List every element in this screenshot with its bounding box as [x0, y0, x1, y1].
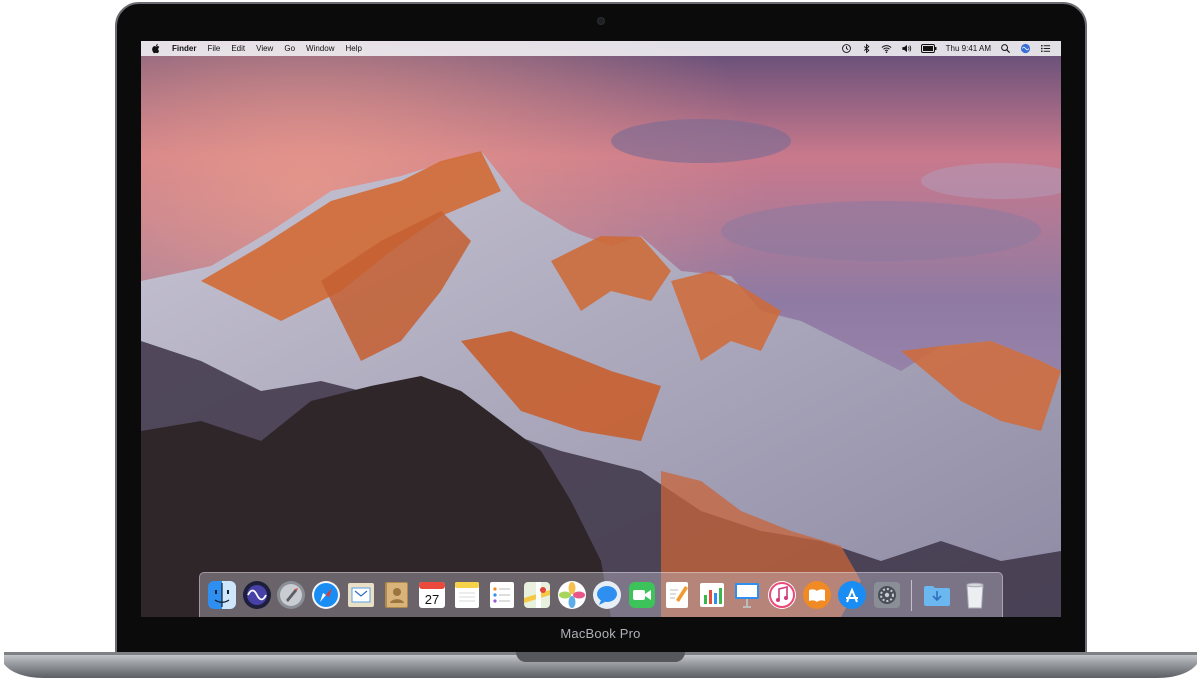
dock-separator — [911, 580, 912, 611]
app-store-icon[interactable] — [837, 580, 867, 610]
finder-icon[interactable] — [207, 580, 237, 610]
facetime-icon[interactable] — [627, 580, 657, 610]
menu-view[interactable]: View — [256, 41, 273, 56]
itunes-icon[interactable] — [767, 580, 797, 610]
siri-icon[interactable] — [242, 580, 272, 610]
notes-icon[interactable] — [452, 580, 482, 610]
dock: 27 — [199, 572, 1003, 617]
spotlight-icon[interactable] — [1000, 43, 1011, 54]
notification-center-icon[interactable] — [1040, 43, 1051, 54]
trash-icon[interactable] — [960, 580, 990, 610]
menu-finder[interactable]: Finder — [172, 41, 196, 56]
time-machine-icon[interactable] — [841, 43, 852, 54]
ibooks-icon[interactable] — [802, 580, 832, 610]
menu-go[interactable]: Go — [284, 41, 295, 56]
launchpad-icon[interactable] — [276, 580, 306, 610]
calendar-icon[interactable]: 27 — [417, 580, 447, 610]
contacts-icon[interactable] — [381, 580, 411, 610]
messages-icon[interactable] — [592, 580, 622, 610]
pages-icon[interactable] — [662, 580, 692, 610]
menu-window[interactable]: Window — [306, 41, 334, 56]
bluetooth-icon[interactable] — [861, 43, 872, 54]
camera — [598, 18, 604, 24]
apple-icon[interactable] — [152, 43, 161, 54]
menu-clock[interactable]: Thu 9:41 AM — [946, 44, 991, 53]
wallpaper — [141, 41, 1061, 617]
brand-label: MacBook Pro — [560, 626, 641, 641]
battery-icon[interactable] — [920, 44, 937, 53]
volume-icon[interactable] — [901, 43, 912, 54]
safari-icon[interactable] — [311, 580, 341, 610]
menu-help[interactable]: Help — [345, 41, 361, 56]
screen: Finder File Edit View Go Window Help Thu… — [141, 41, 1061, 617]
system-preferences-icon[interactable] — [872, 580, 902, 610]
downloads-folder-icon[interactable] — [922, 580, 952, 610]
photos-icon[interactable] — [557, 580, 587, 610]
reminders-icon[interactable] — [487, 580, 517, 610]
numbers-icon[interactable] — [697, 580, 727, 610]
menu-file[interactable]: File — [207, 41, 220, 56]
siri-icon[interactable] — [1020, 43, 1031, 54]
menu-bar: Finder File Edit View Go Window Help Thu… — [141, 41, 1061, 56]
menu-edit[interactable]: Edit — [231, 41, 245, 56]
mail-icon[interactable] — [346, 580, 376, 610]
wifi-icon[interactable] — [881, 43, 892, 54]
maps-icon[interactable] — [522, 580, 552, 610]
keynote-icon[interactable] — [732, 580, 762, 610]
calendar-day: 27 — [425, 592, 439, 607]
trackpad-notch — [516, 652, 685, 662]
